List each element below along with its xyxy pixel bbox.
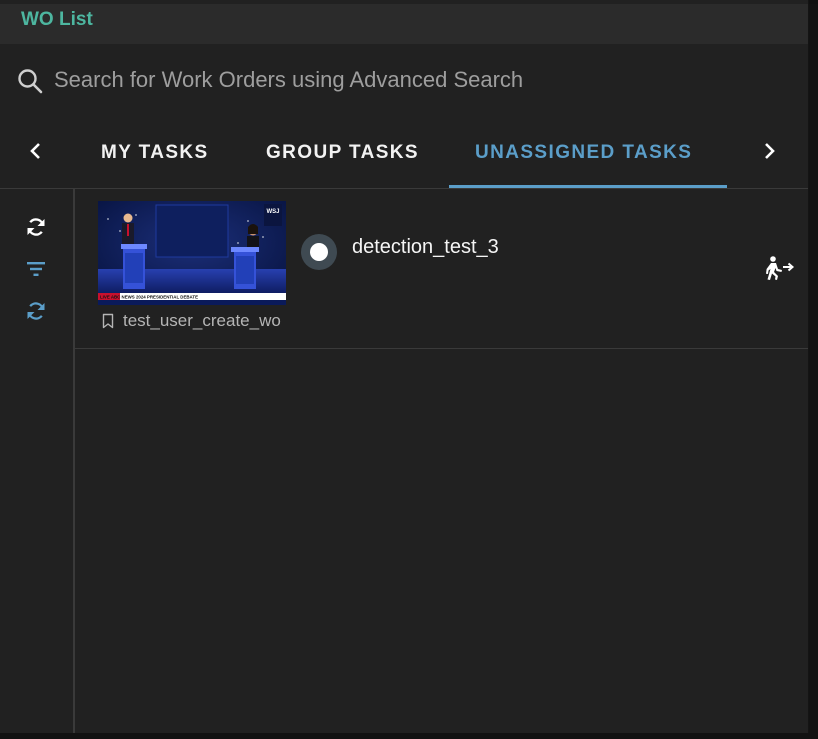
video-thumbnail[interactable]: WSJ LIVE ABC NEWS 2024 PRESIDENTIAL DEBA… (98, 201, 286, 305)
chevron-left-icon[interactable] (23, 138, 49, 164)
thumbnail-ticker-text: LIVE ABC NEWS 2024 PRESIDENTIAL DEBATE (100, 295, 198, 300)
title-bar: WO List (0, 4, 808, 44)
work-order-item[interactable]: WSJ LIVE ABC NEWS 2024 PRESIDENTIAL DEBA… (75, 189, 808, 349)
work-order-creator: test_user_create_wo (123, 311, 281, 330)
status-indicator (301, 234, 337, 270)
wo-list-panel: WO List MY TASKS GROUP TASKS UNASSIGNED … (0, 0, 809, 733)
panel-title: WO List (21, 9, 93, 30)
search-icon[interactable] (16, 67, 44, 95)
list-sidebar (0, 189, 75, 733)
task-tabs: MY TASKS GROUP TASKS UNASSIGNED TASKS (0, 116, 808, 188)
search-bar (0, 44, 808, 116)
bookmark-icon (102, 313, 114, 329)
chevron-right-icon[interactable] (756, 138, 782, 164)
filter-icon[interactable] (24, 257, 48, 281)
tab-my-tasks[interactable]: MY TASKS (101, 142, 209, 164)
tab-unassigned-tasks[interactable]: UNASSIGNED TASKS (475, 142, 692, 164)
assign-to-me-icon[interactable] (763, 255, 795, 281)
search-input[interactable] (54, 64, 754, 96)
thumbnail-corner-logo: WSJ (266, 209, 279, 215)
refresh-icon[interactable] (24, 215, 48, 239)
sync-icon[interactable] (24, 299, 48, 323)
tab-group-tasks[interactable]: GROUP TASKS (266, 142, 419, 164)
work-order-name[interactable]: detection_test_3 (352, 236, 499, 259)
